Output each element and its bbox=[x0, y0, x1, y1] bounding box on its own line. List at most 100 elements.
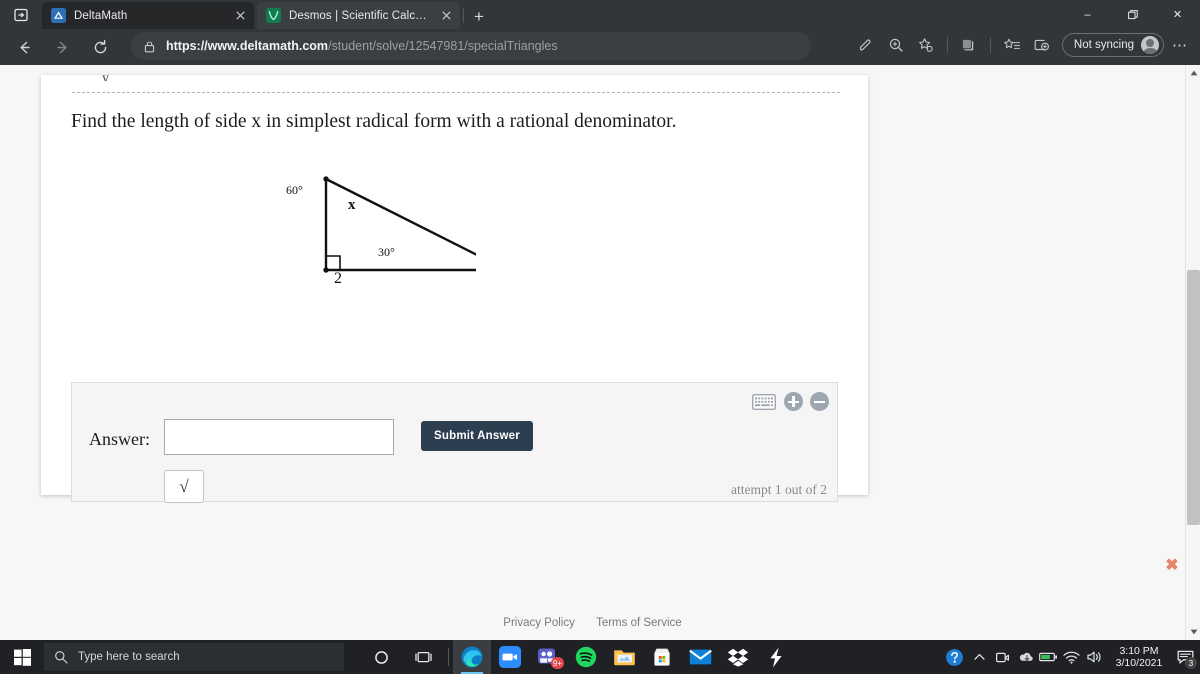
angle-label-60: 60° bbox=[286, 183, 303, 197]
favorite-star-icon[interactable] bbox=[912, 31, 940, 59]
zoom-in-icon[interactable] bbox=[882, 31, 910, 59]
taskbar-app-lightning[interactable] bbox=[757, 640, 795, 674]
plus-circle-icon[interactable] bbox=[784, 392, 803, 411]
browser-chrome: DeltaMath Desmos | Scientific Calculator bbox=[0, 0, 1200, 65]
onedrive-icon[interactable] bbox=[1014, 640, 1037, 674]
profile-sync-button[interactable]: Not syncing bbox=[1061, 33, 1164, 57]
answer-input[interactable] bbox=[164, 419, 394, 455]
square-root-button[interactable]: √ bbox=[164, 470, 204, 503]
volume-icon[interactable] bbox=[1083, 640, 1108, 674]
tab-strip: DeltaMath Desmos | Scientific Calculator bbox=[0, 0, 1200, 29]
url-domain: https://www.deltamath.com bbox=[166, 39, 329, 53]
close-overlay-icon[interactable]: ✖ bbox=[1164, 558, 1180, 574]
privacy-policy-link[interactable]: Privacy Policy bbox=[503, 617, 575, 629]
answer-label: Answer: bbox=[89, 429, 150, 449]
clock-time: 3:10 PM bbox=[1119, 645, 1159, 657]
address-bar[interactable]: https://www.deltamath.com/student/solve/… bbox=[131, 32, 811, 60]
teams-badge: 9+ bbox=[550, 657, 564, 669]
attempt-counter: attempt 1 out of 2 bbox=[731, 482, 827, 497]
tab-actions-menu-icon[interactable] bbox=[8, 3, 34, 26]
avatar bbox=[1141, 36, 1159, 54]
toolbar-divider bbox=[946, 37, 948, 53]
url-path: /student/solve/12547981/specialTriangles bbox=[328, 39, 558, 53]
window-maximize-button[interactable] bbox=[1110, 0, 1155, 29]
taskbar-app-mail[interactable] bbox=[681, 640, 719, 674]
lock-icon bbox=[143, 40, 157, 53]
desmos-icon bbox=[266, 8, 281, 23]
page-content: y Find the length of side x in simplest … bbox=[0, 65, 1185, 640]
minus-circle-icon[interactable] bbox=[810, 392, 829, 411]
task-view-icon[interactable] bbox=[402, 640, 444, 674]
cortana-icon[interactable] bbox=[360, 640, 402, 674]
window-controls: – ✕ bbox=[1065, 0, 1200, 29]
show-hidden-icons-chevron[interactable] bbox=[968, 640, 991, 674]
clock-date: 3/10/2021 bbox=[1115, 657, 1163, 669]
wifi-icon[interactable] bbox=[1060, 640, 1083, 674]
taskbar-app-file-explorer[interactable] bbox=[605, 640, 643, 674]
back-icon[interactable] bbox=[9, 32, 39, 62]
favorites-list-icon[interactable] bbox=[998, 31, 1026, 59]
battery-icon[interactable] bbox=[1037, 640, 1060, 674]
page-viewport: y Find the length of side x in simplest … bbox=[0, 65, 1200, 640]
screen: DeltaMath Desmos | Scientific Calculator bbox=[0, 0, 1200, 674]
tab-divider bbox=[463, 8, 464, 23]
problem-card: y Find the length of side x in simplest … bbox=[41, 71, 868, 503]
toolbar-divider bbox=[989, 37, 991, 53]
scroll-down-arrow-icon[interactable] bbox=[1186, 624, 1200, 640]
taskbar-divider bbox=[448, 648, 449, 666]
pen-icon[interactable] bbox=[852, 31, 880, 59]
taskbar-app-microsoft-store[interactable] bbox=[643, 640, 681, 674]
scroll-up-arrow-icon[interactable] bbox=[1186, 65, 1200, 81]
problem-prompt: Find the length of side x in simplest ra… bbox=[71, 111, 677, 132]
answer-panel: Answer: Submit Answer √ attempt 1 out of… bbox=[71, 382, 838, 503]
taskbar-app-spotify[interactable] bbox=[567, 640, 605, 674]
sync-status-label: Not syncing bbox=[1073, 39, 1134, 51]
tab-close-icon[interactable] bbox=[438, 8, 454, 24]
tab-deltamath[interactable]: DeltaMath bbox=[42, 2, 254, 29]
tab-title: DeltaMath bbox=[74, 9, 128, 22]
window-close-button[interactable]: ✕ bbox=[1155, 0, 1200, 29]
search-icon bbox=[55, 651, 68, 664]
search-placeholder: Type here to search bbox=[78, 651, 180, 663]
tab-close-icon[interactable] bbox=[232, 8, 248, 24]
browser-essentials-icon[interactable] bbox=[1028, 31, 1056, 59]
notification-center-icon[interactable]: 3 bbox=[1170, 640, 1200, 674]
taskbar-app-edge[interactable] bbox=[453, 640, 491, 674]
taskbar-app-dropbox[interactable] bbox=[719, 640, 757, 674]
side-label-x: x bbox=[348, 197, 356, 213]
help-circle-icon[interactable] bbox=[940, 640, 968, 674]
windows-taskbar: Type here to search 9+ 3:10 PM 3/10/2021… bbox=[0, 640, 1200, 674]
url-text: https://www.deltamath.com/student/solve/… bbox=[166, 39, 558, 53]
taskbar-app-zoom[interactable] bbox=[491, 640, 529, 674]
system-tray: 3:10 PM 3/10/2021 3 bbox=[940, 640, 1200, 674]
deltamath-icon bbox=[51, 8, 66, 23]
page-footer: Privacy Policy Terms of Service bbox=[0, 617, 1185, 629]
triangle-svg bbox=[323, 176, 510, 273]
forward-icon[interactable] bbox=[47, 32, 77, 62]
tab-title: Desmos | Scientific Calculator bbox=[289, 9, 432, 22]
tab-desmos[interactable]: Desmos | Scientific Calculator bbox=[257, 2, 460, 29]
collections-icon[interactable] bbox=[955, 31, 983, 59]
terms-of-service-link[interactable]: Terms of Service bbox=[596, 617, 682, 629]
side-label-2: 2 bbox=[334, 270, 342, 287]
reload-icon[interactable] bbox=[85, 32, 115, 62]
new-tab-button[interactable]: + bbox=[468, 5, 490, 27]
start-icon[interactable] bbox=[0, 640, 44, 674]
more-options-icon[interactable]: ⋯ bbox=[1166, 31, 1194, 59]
page-scrollbar[interactable] bbox=[1185, 65, 1200, 640]
camera-icon[interactable] bbox=[991, 640, 1014, 674]
scrollbar-thumb[interactable] bbox=[1187, 270, 1200, 525]
angle-label-30: 30° bbox=[378, 245, 395, 259]
browser-toolbar-right: Not syncing ⋯ bbox=[852, 31, 1194, 59]
divider-dashed bbox=[72, 92, 840, 93]
taskbar-search-box[interactable]: Type here to search bbox=[44, 643, 344, 671]
keyboard-icon[interactable] bbox=[751, 393, 777, 411]
window-minimize-button[interactable]: – bbox=[1065, 0, 1110, 29]
notification-badge: 3 bbox=[1185, 657, 1197, 669]
taskbar-app-teams[interactable]: 9+ bbox=[529, 640, 567, 674]
taskbar-clock[interactable]: 3:10 PM 3/10/2021 bbox=[1108, 640, 1170, 674]
submit-answer-button[interactable]: Submit Answer bbox=[421, 421, 533, 451]
math-keyboard-controls bbox=[751, 392, 829, 411]
partial-glyph: y bbox=[102, 71, 109, 81]
triangle-figure: 60° x 30° 2 bbox=[246, 167, 510, 302]
